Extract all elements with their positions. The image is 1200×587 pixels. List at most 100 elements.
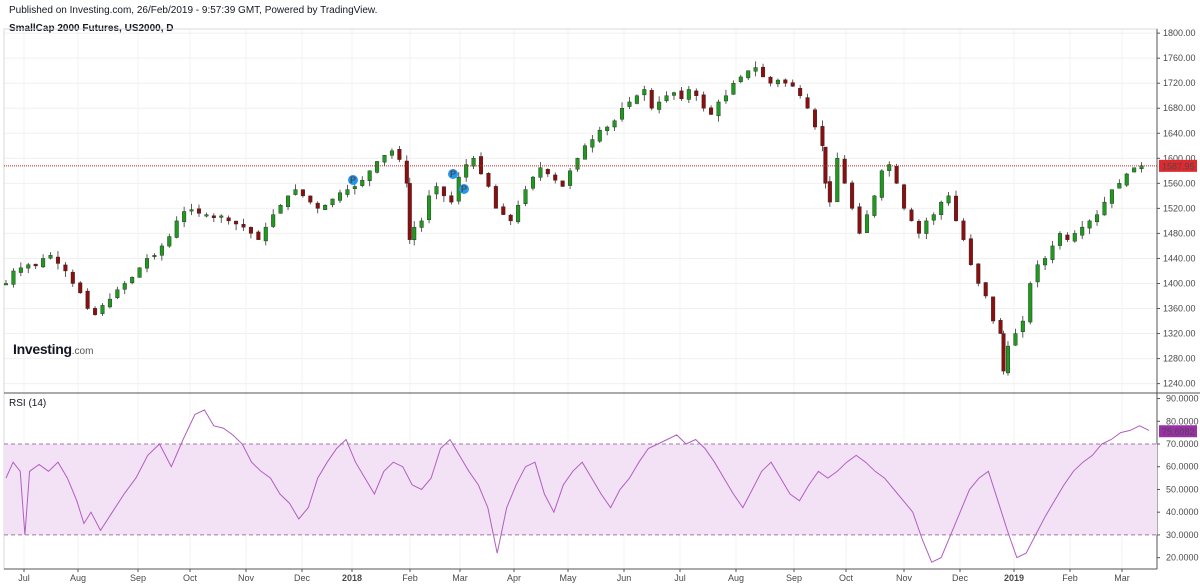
rsi-tick-label: 20.0000 — [1166, 553, 1199, 563]
candle-body — [968, 238, 973, 265]
candle-body — [916, 221, 921, 234]
candle-body — [560, 180, 565, 187]
candle-body — [894, 165, 899, 184]
x-tick-label: Nov — [238, 573, 255, 583]
x-tick-label: May — [559, 573, 577, 583]
candle-body — [159, 245, 164, 256]
candle-body — [909, 209, 914, 222]
investing-logo: Investing.com — [13, 341, 93, 357]
price-tick-label: 1400.00 — [1163, 278, 1196, 288]
candle-body — [367, 170, 372, 181]
candle-body — [850, 182, 855, 209]
candle-body — [1072, 233, 1077, 242]
candle-body — [352, 186, 357, 189]
candle-body — [337, 192, 342, 201]
price-tick-label: 1280.00 — [1163, 354, 1196, 364]
candle-body — [427, 195, 432, 221]
candle-body — [412, 226, 417, 241]
candle-body — [642, 89, 647, 96]
candle-body — [694, 90, 699, 96]
candle-body — [26, 264, 31, 269]
candle-body — [664, 95, 669, 102]
candle-body — [582, 145, 587, 160]
candle-body — [516, 205, 521, 223]
candle-body — [679, 90, 684, 100]
candle-body — [823, 146, 828, 184]
candle-body — [842, 158, 847, 184]
candle-body — [649, 90, 654, 109]
candle-body — [813, 109, 818, 128]
x-tick-label: Mar — [452, 573, 468, 583]
logo-suffix: .com — [71, 346, 94, 357]
candle-body — [115, 289, 120, 298]
candle-body — [1050, 245, 1055, 260]
candle-body — [1035, 264, 1040, 283]
marker-label: P — [350, 175, 356, 185]
candle-body — [419, 220, 424, 228]
price-tick-label: 1440.00 — [1163, 253, 1196, 263]
x-tick-label: Sep — [130, 573, 146, 583]
candle-body — [300, 189, 305, 197]
x-tick-label: Jul — [674, 573, 686, 583]
candle-body — [204, 214, 209, 217]
rsi-tick-label: 40.0000 — [1166, 507, 1199, 517]
candle-body — [1005, 345, 1010, 374]
candle-body — [404, 160, 409, 184]
x-tick-label: Dec — [952, 573, 969, 583]
candle-body — [620, 108, 625, 120]
candle-body — [827, 181, 832, 203]
candle-body — [330, 198, 335, 205]
candle-body — [145, 258, 150, 269]
price-chart[interactable]: 1800.001760.001720.001680.001640.001600.… — [0, 0, 1200, 587]
candle-body — [271, 214, 276, 227]
candle-body — [501, 206, 506, 215]
candle-body — [1028, 283, 1033, 323]
candle-body — [939, 201, 944, 215]
candle-body — [612, 120, 617, 128]
x-tick-label: Aug — [70, 573, 86, 583]
candle-body — [701, 94, 706, 109]
price-tick-label: 1720.00 — [1163, 78, 1196, 88]
x-tick-label: Jun — [617, 573, 632, 583]
rsi-tick-label: 70.0000 — [1166, 439, 1199, 449]
price-tick-label: 1480.00 — [1163, 228, 1196, 238]
candle-body — [775, 79, 780, 85]
rsi-label: RSI (14) — [9, 398, 47, 409]
candle-body — [1080, 226, 1085, 236]
candle-body — [293, 189, 298, 195]
candle-body — [167, 236, 172, 247]
candle-body — [761, 66, 766, 78]
candle-body — [70, 271, 75, 284]
candle-body — [33, 263, 38, 267]
price-tick-label: 1240.00 — [1163, 379, 1196, 389]
candle-body — [174, 220, 179, 238]
price-tick-label: 1360.00 — [1163, 304, 1196, 314]
candle-body — [241, 223, 246, 228]
candle-body — [1124, 173, 1129, 186]
marker-label: P — [461, 184, 467, 194]
candle-body — [464, 164, 469, 178]
candle-body — [1043, 258, 1048, 266]
candle-body — [857, 206, 862, 234]
rsi-band — [4, 444, 1157, 535]
rsi-tick-label: 30.0000 — [1166, 530, 1199, 540]
candle-body — [93, 308, 98, 315]
rsi-tick-label: 90.0000 — [1166, 394, 1199, 404]
candle-body — [568, 170, 573, 186]
candle-body — [226, 217, 231, 222]
candle-body — [753, 67, 758, 72]
candle-body — [449, 195, 454, 203]
candle-body — [991, 296, 996, 322]
rsi-tick-label: 50.0000 — [1166, 484, 1199, 494]
candle-body — [783, 79, 788, 84]
candle-body — [946, 195, 951, 204]
candle-body — [256, 231, 261, 240]
candle-body — [508, 214, 513, 222]
price-tick-label: 1640.00 — [1163, 128, 1196, 138]
candle-body — [234, 220, 239, 225]
candle-body — [1102, 201, 1107, 216]
candle-body — [998, 319, 1003, 334]
candle-body — [382, 154, 387, 163]
candle-body — [1020, 320, 1025, 332]
x-tick-label: Oct — [183, 573, 198, 583]
